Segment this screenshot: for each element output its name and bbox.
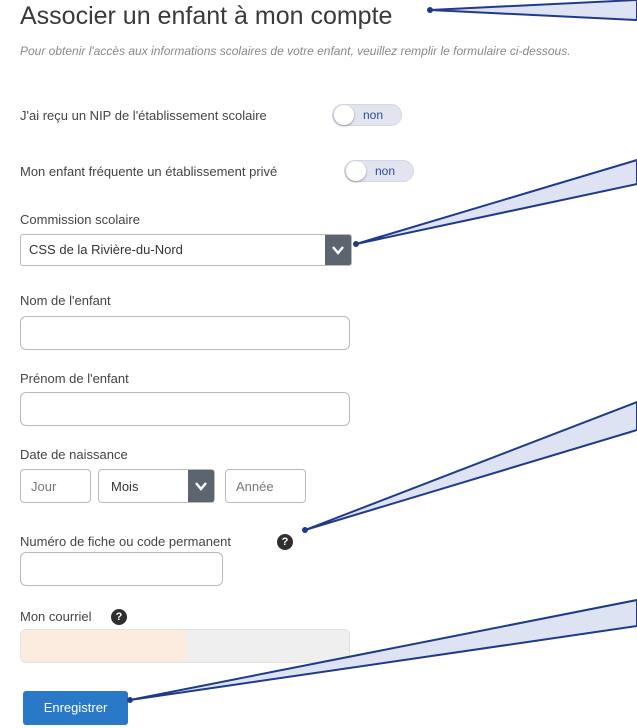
- fiche-input[interactable]: [20, 552, 223, 586]
- nip-toggle-text: non: [363, 108, 384, 122]
- commission-value: CSS de la Rivière-du-Nord: [29, 242, 183, 257]
- commission-label: Commission scolaire: [20, 212, 140, 227]
- nip-toggle[interactable]: non: [332, 104, 402, 126]
- intro-text: Pour obtenir l'accès aux informations sc…: [20, 44, 571, 58]
- chevron-down-icon: [325, 235, 351, 265]
- page-title: Associer un enfant à mon compte: [20, 2, 393, 30]
- prive-label: Mon enfant fréquente un établissement pr…: [20, 164, 278, 179]
- annee-input[interactable]: Année: [225, 469, 306, 503]
- toggle-knob: [334, 105, 354, 125]
- courriel-autofill-highlight: [21, 630, 186, 662]
- help-icon[interactable]: ?: [277, 534, 293, 550]
- prenom-input[interactable]: [20, 392, 350, 426]
- chevron-down-icon: [188, 470, 214, 502]
- toggle-knob: [346, 161, 366, 181]
- nom-input[interactable]: [20, 316, 350, 350]
- enregistrer-button[interactable]: Enregistrer: [23, 691, 128, 725]
- mois-value: Mois: [111, 479, 139, 494]
- prenom-label: Prénom de l'enfant: [20, 371, 129, 386]
- prive-toggle[interactable]: non: [344, 160, 414, 182]
- nip-label: J'ai reçu un NIP de l'établissement scol…: [20, 108, 267, 123]
- jour-placeholder: Jour: [31, 479, 57, 494]
- fiche-label: Numéro de fiche ou code permanent: [20, 534, 232, 549]
- annee-placeholder: Année: [236, 479, 274, 494]
- courriel-label: Mon courriel: [20, 609, 92, 624]
- naissance-label: Date de naissance: [20, 447, 128, 462]
- nom-label: Nom de l'enfant: [20, 293, 111, 308]
- jour-input[interactable]: Jour: [20, 469, 91, 503]
- prive-toggle-text: non: [375, 164, 396, 178]
- commission-select[interactable]: CSS de la Rivière-du-Nord: [20, 234, 352, 266]
- courriel-input: [20, 629, 350, 663]
- help-icon[interactable]: ?: [111, 609, 127, 625]
- mois-select[interactable]: Mois: [98, 469, 215, 503]
